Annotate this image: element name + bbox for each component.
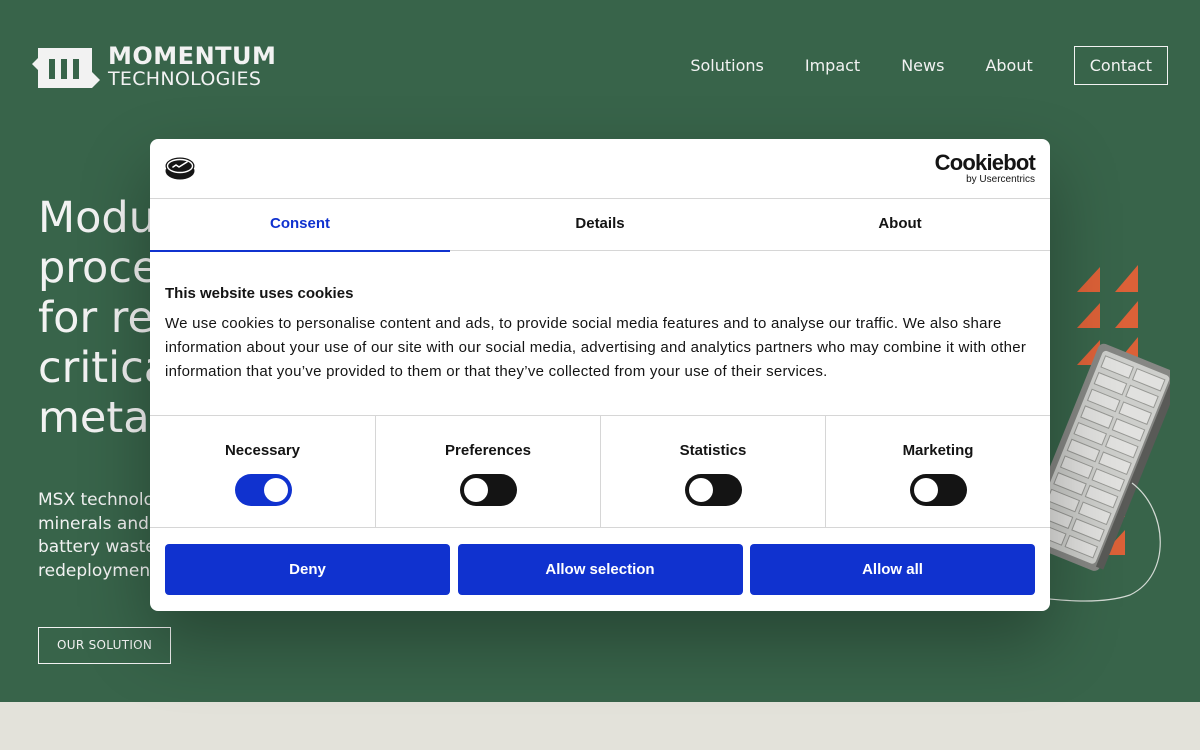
toggle-group-necessary: Necessary	[150, 416, 375, 528]
toggle-label-statistics: Statistics	[679, 442, 747, 459]
preferences-toggle[interactable]	[460, 474, 517, 506]
toggle-group-statistics: Statistics	[600, 416, 825, 528]
dialog-header: Cookiebot by Usercentrics	[150, 139, 1050, 199]
toggle-knob	[914, 478, 938, 502]
consent-tabs: Consent Details About	[150, 199, 1050, 252]
toggle-label-necessary: Necessary	[224, 442, 301, 459]
deny-button[interactable]: Deny	[165, 544, 450, 595]
consent-actions: Deny Allow selection Allow all	[165, 544, 1035, 595]
dialog-description: We use cookies to personalise content an…	[165, 315, 1027, 380]
cookie-category-toggles: Necessary Preferences Statistics Marketi…	[150, 415, 1050, 528]
cookiebot-byline: by Usercentrics	[966, 174, 1035, 185]
toggle-knob	[689, 478, 713, 502]
tab-about[interactable]: About	[750, 199, 1050, 251]
dialog-title: This website uses cookies	[165, 285, 354, 302]
marketing-toggle[interactable]	[910, 474, 967, 506]
necessary-toggle[interactable]	[234, 474, 292, 506]
tab-details[interactable]: Details	[450, 199, 750, 251]
toggle-group-marketing: Marketing	[825, 416, 1050, 528]
toggle-knob	[263, 478, 288, 502]
cookiebot-wordmark: Cookiebot	[934, 150, 1036, 175]
toggle-group-preferences: Preferences	[375, 416, 600, 528]
cookie-consent-dialog: Cookiebot by Usercentrics Consent Detail…	[150, 139, 1050, 611]
toggle-label-preferences: Preferences	[445, 442, 531, 459]
allow-all-button[interactable]: Allow all	[750, 544, 1035, 595]
cookie-icon	[165, 157, 195, 180]
toggle-label-marketing: Marketing	[902, 442, 974, 459]
tab-consent[interactable]: Consent	[150, 199, 450, 252]
cookiebot-logo[interactable]: Cookiebot by Usercentrics	[934, 150, 1036, 185]
allow-selection-button[interactable]: Allow selection	[457, 544, 743, 595]
toggle-knob	[464, 478, 488, 502]
statistics-toggle[interactable]	[685, 474, 742, 506]
